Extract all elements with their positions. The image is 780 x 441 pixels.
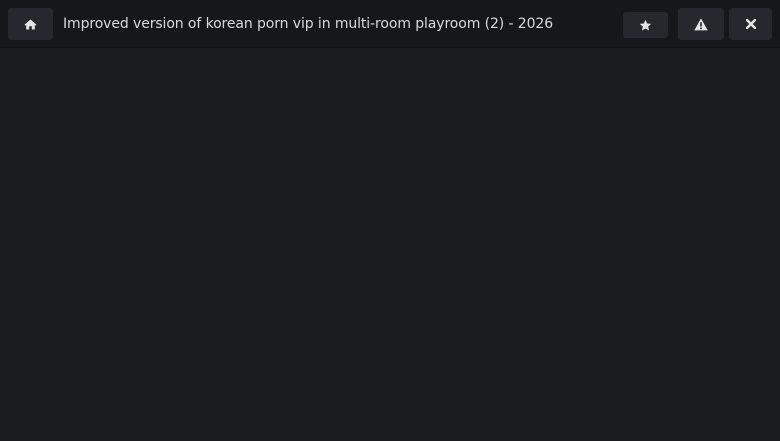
home-button[interactable] <box>8 8 53 40</box>
favorite-button[interactable] <box>623 12 668 38</box>
close-button[interactable] <box>729 8 772 40</box>
report-button[interactable] <box>678 8 724 40</box>
page: Improved version of korean porn vip in m… <box>0 0 780 441</box>
top-bar: Improved version of korean porn vip in m… <box>0 0 780 48</box>
close-icon <box>745 19 756 29</box>
star-icon <box>639 19 652 31</box>
home-icon <box>24 19 37 29</box>
page-title: Improved version of korean porn vip in m… <box>63 16 554 32</box>
warning-icon <box>694 17 708 30</box>
content-area <box>0 48 780 441</box>
